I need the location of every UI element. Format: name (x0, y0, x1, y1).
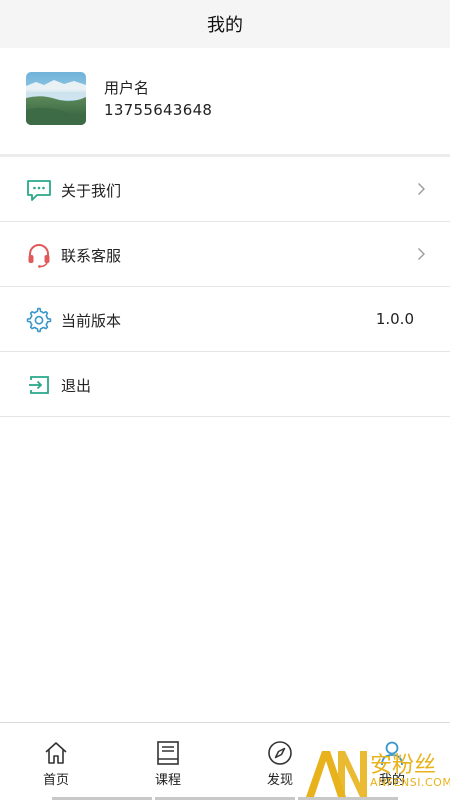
mountain-landscape-avatar-icon (26, 72, 86, 125)
menu-item-label: 退出 (61, 377, 92, 395)
menu-item-logout[interactable]: 退出 (0, 352, 450, 417)
home-icon (45, 742, 67, 764)
chevron-right-icon (418, 183, 425, 195)
username-text: 用户名 (104, 79, 150, 97)
menu-item-label: 关于我们 (61, 182, 122, 200)
version-value: 1.0.0 (375, 310, 414, 328)
menu-item-label: 当前版本 (61, 312, 122, 330)
menu-item-customer-service[interactable]: 联系客服 (0, 222, 450, 287)
gear-icon (26, 307, 52, 333)
menu-item-label: 联系客服 (61, 247, 122, 265)
tab-label: 发现 (266, 773, 293, 788)
headset-icon (28, 244, 50, 268)
book-icon (157, 741, 179, 765)
person-icon (381, 741, 403, 766)
menu-item-current-version[interactable]: 当前版本 1.0.0 (0, 287, 450, 352)
tab-label: 我的 (378, 773, 405, 788)
avatar[interactable] (26, 72, 86, 125)
settings-menu: 关于我们 联系客服 当前版本 1.0.0 退出 (0, 157, 450, 417)
bottom-tab-bar: 首页 课程 发现 我的 (0, 722, 450, 800)
page-title: 我的 (207, 15, 243, 36)
tab-label: 首页 (42, 773, 69, 788)
menu-item-about-us[interactable]: 关于我们 (0, 157, 450, 222)
profile-card[interactable]: 用户名 13755643648 (0, 48, 450, 154)
top-bar: 我的 (0, 0, 450, 48)
tab-home[interactable]: 首页 (0, 723, 112, 800)
compass-icon (268, 741, 292, 765)
exit-icon (29, 376, 49, 394)
tab-mine[interactable]: 我的 (336, 723, 448, 800)
tab-label: 课程 (154, 773, 181, 788)
chat-bubble-icon (27, 180, 51, 201)
phone-number-text: 13755643648 (104, 101, 213, 119)
tab-courses[interactable]: 课程 (112, 723, 224, 800)
chevron-right-icon (418, 248, 425, 260)
tab-discover[interactable]: 发现 (224, 723, 336, 800)
